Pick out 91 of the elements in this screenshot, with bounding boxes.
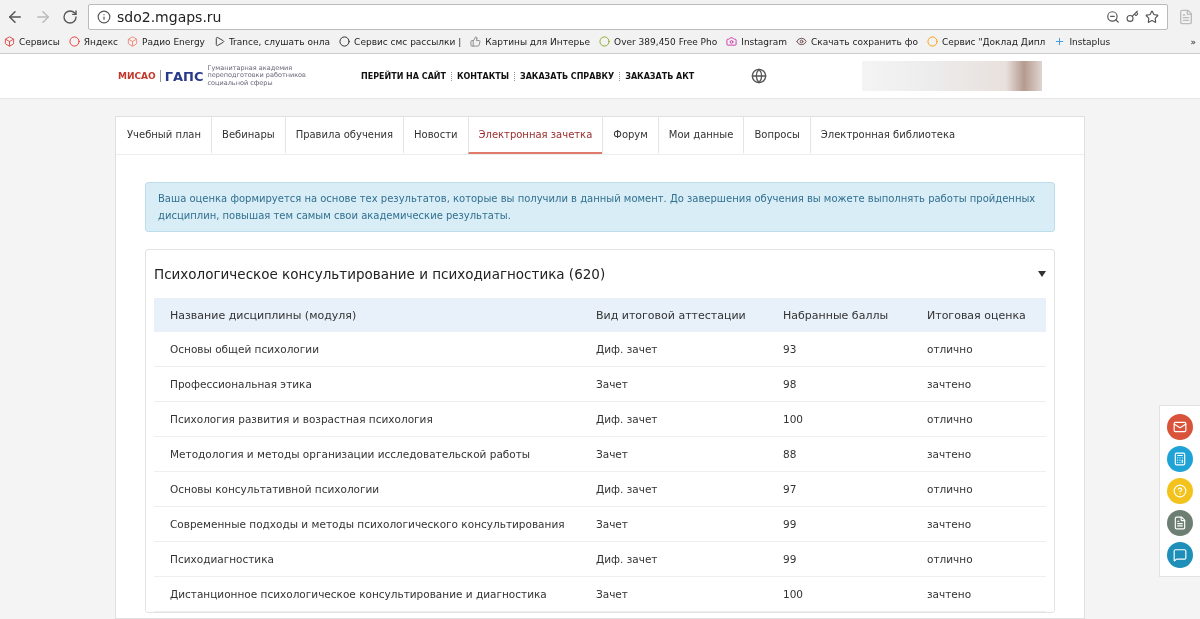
star-icon[interactable] (1145, 9, 1159, 24)
header-link[interactable]: ЗАКАЗАТЬ АКТ (619, 71, 700, 81)
calculator-icon (1173, 452, 1187, 466)
logo-text: МИСАО (118, 71, 156, 81)
caret-icon[interactable] (1038, 271, 1046, 277)
mail-button[interactable] (1167, 414, 1193, 440)
reload-icon[interactable] (62, 8, 78, 25)
tab[interactable]: Правила обучения (284, 117, 404, 154)
bookmark[interactable]: Яндекс (83, 36, 119, 47)
chat-button[interactable] (1167, 542, 1193, 568)
table-cell: отлично (911, 402, 1046, 437)
bookmark[interactable]: Скачать сохранить фо (811, 36, 918, 47)
circle-icon[interactable] (68, 36, 80, 47)
more-bookmarks[interactable]: » (1190, 36, 1196, 47)
table-cell: зачтено (911, 437, 1046, 472)
bookmark[interactable]: Over 389,450 Free Pho (614, 36, 718, 47)
document-icon (1173, 516, 1187, 530)
chat-icon (1173, 548, 1187, 562)
tab[interactable]: Вебинары (211, 117, 285, 154)
table-cell: отлично (911, 332, 1046, 367)
info-icon (97, 9, 111, 24)
calculator-button[interactable] (1167, 446, 1193, 472)
address-bar[interactable]: sdo2.mgaps.ru (88, 3, 1168, 30)
table-cell: Зачет (580, 577, 767, 612)
table-cell: 97 (767, 472, 911, 507)
table-cell: Диф. зачет (580, 332, 767, 367)
circle-icon[interactable] (339, 36, 351, 47)
table-cell: Диф. зачет (580, 402, 767, 437)
table-cell: Зачет (580, 367, 767, 402)
table-cell: Зачет (580, 507, 767, 542)
bookmark[interactable]: Instaplus (1069, 36, 1111, 47)
table-cell: зачтено (911, 507, 1046, 542)
tab[interactable]: Электронная зачетка (467, 117, 603, 154)
key-icon[interactable] (1126, 10, 1139, 23)
grid-icon[interactable] (4, 36, 15, 47)
table-cell: 99 (767, 507, 911, 542)
table-cell: Профессиональная этика (154, 367, 580, 402)
table-cell: Дистанционное психологическое консультирование и диагностика (154, 577, 580, 612)
bookmark[interactable]: Instagram (741, 36, 788, 47)
info-alert: Ваша оценка формируется на основе тех результатов, которые вы получили в данный момент. До завершения обучения вы можете выполнять работы пройденных дисциплин, повышая тем самым свои академические результаты. (145, 182, 1055, 232)
document-button[interactable] (1167, 510, 1193, 536)
program-title: Психологическое консультирование и психодиагностика (620) (154, 266, 606, 282)
table-cell: зачтено (911, 367, 1046, 402)
table-cell: 99 (767, 542, 911, 577)
tab[interactable]: Новости (403, 117, 468, 154)
table-cell: Психодиагностика (154, 542, 580, 577)
table-cell: Методология и методы организации исследовательской работы (154, 437, 580, 472)
column-header: Название дисциплины (модуля) (154, 298, 580, 332)
table-cell: отлично (911, 472, 1046, 507)
plus-icon[interactable] (1054, 36, 1066, 47)
table-cell: Зачет (580, 437, 767, 472)
table-cell: 100 (767, 577, 911, 612)
play-icon[interactable] (213, 36, 225, 47)
table-cell: 88 (767, 437, 911, 472)
table-cell: Основы консультативной психологии (154, 472, 580, 507)
table-cell: 100 (767, 402, 911, 437)
globe-icon[interactable] (751, 68, 767, 84)
table-cell: Современные подходы и методы психологического консультирования (154, 507, 580, 542)
table-cell: зачтено (911, 577, 1046, 612)
header-link[interactable]: КОНТАКТЫ (451, 71, 514, 81)
header-link[interactable]: ПЕРЕЙТИ НА САЙТ (356, 71, 451, 81)
table-cell: Диф. зачет (580, 472, 767, 507)
camera-icon[interactable] (726, 36, 738, 47)
header-link[interactable]: ЗАКАЗАТЬ СПРАВКУ (514, 71, 620, 81)
bookmark[interactable]: Радио Energy (142, 36, 205, 47)
bookmark[interactable]: Trance, слушать онла (228, 36, 331, 47)
thumbs-up-icon[interactable] (470, 36, 482, 47)
column-header: Набранные баллы (767, 298, 911, 332)
column-header: Вид итоговой аттестации (580, 298, 767, 332)
bookmark[interactable]: Сервис "Доклад Дипл (941, 36, 1046, 47)
bookmark[interactable]: Картины для Интерье (485, 36, 591, 47)
help-icon (1173, 484, 1187, 498)
zoom-out-icon[interactable] (1106, 9, 1120, 24)
cube-icon[interactable] (127, 36, 139, 47)
tab[interactable]: Мои данные (657, 117, 744, 154)
table-cell: 93 (767, 332, 911, 367)
tab[interactable]: Учебный план (117, 117, 212, 154)
table-cell: Психология развития и возрастная психология (154, 402, 580, 437)
eye-icon[interactable] (796, 36, 808, 47)
tab[interactable]: Вопросы (743, 117, 810, 154)
bookmark[interactable]: Сервисы (19, 36, 60, 47)
bookmark[interactable]: Сервис смс рассылки | (354, 36, 462, 47)
logo-text: ГАПС (164, 68, 204, 84)
table-cell: отлично (911, 542, 1046, 577)
mail-icon (1173, 420, 1187, 434)
tab[interactable]: Электронная библиотека (809, 117, 966, 154)
table-cell: Основы общей психологии (154, 332, 580, 367)
table-cell: Диф. зачет (580, 542, 767, 577)
column-header: Итоговая оценка (911, 298, 1046, 332)
table-cell: 98 (767, 367, 911, 402)
tab[interactable]: Форум (602, 117, 658, 154)
